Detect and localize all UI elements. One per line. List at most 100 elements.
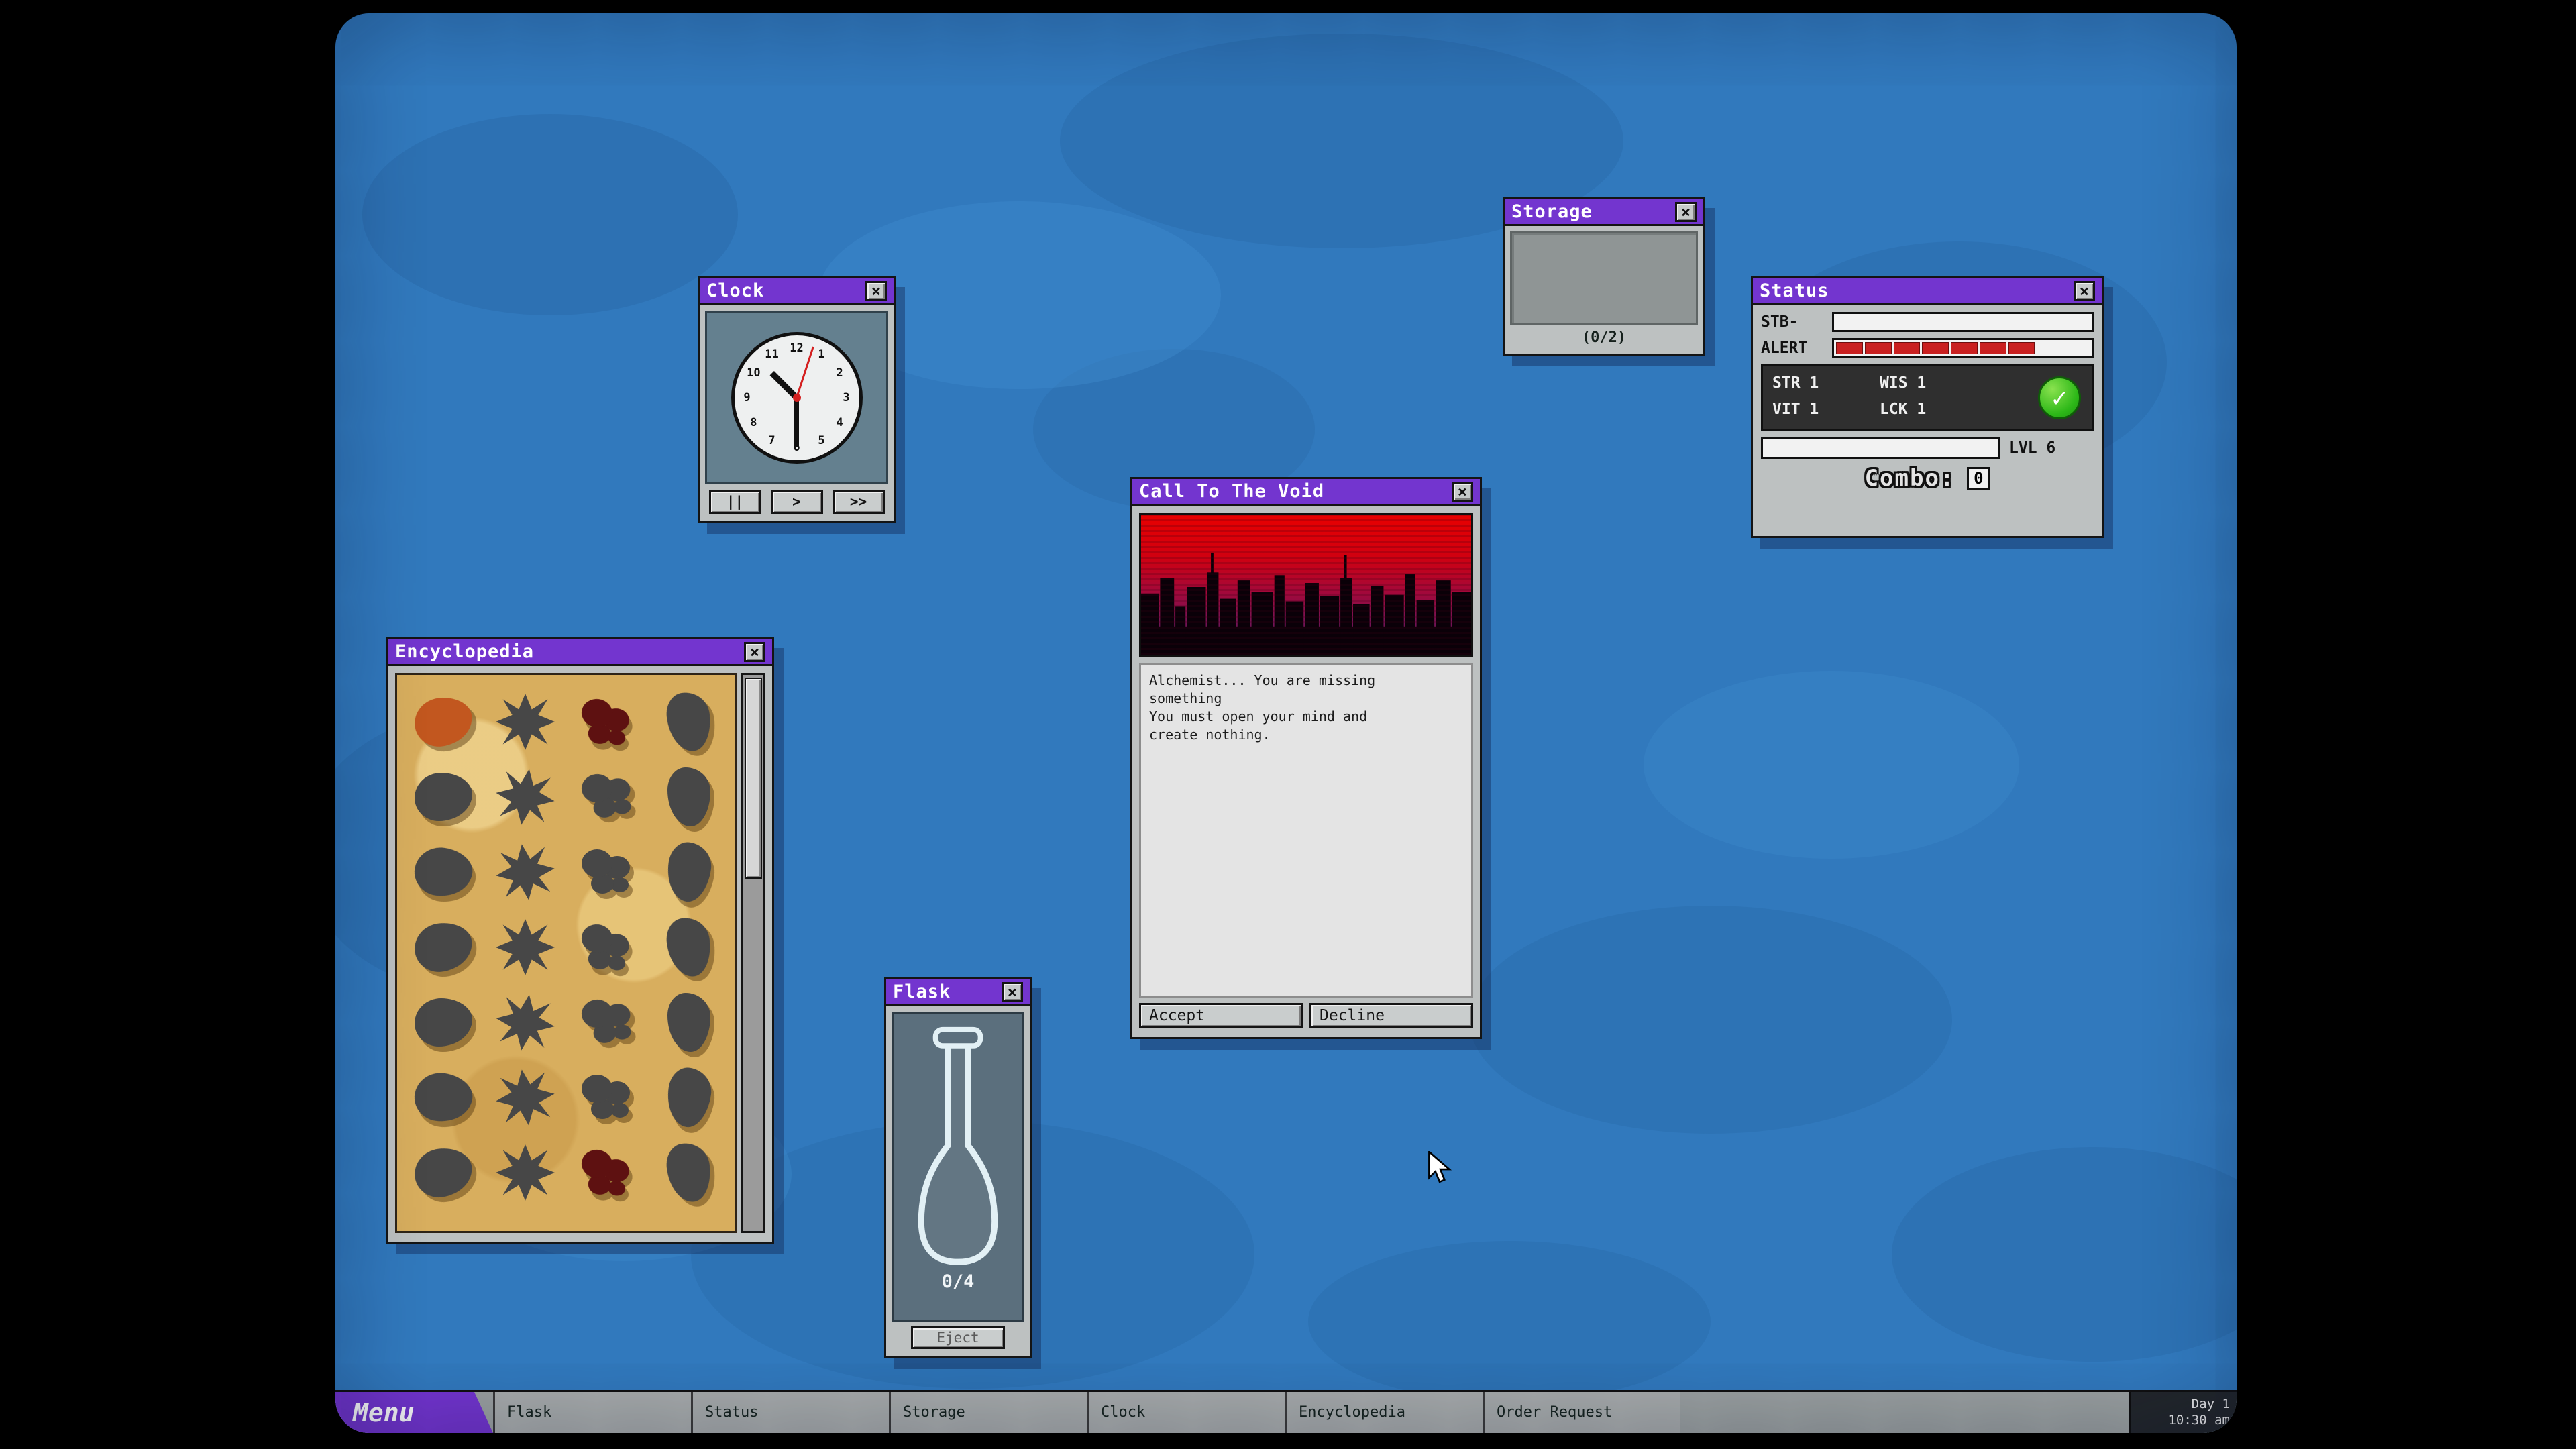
day-label: Day 1 — [2192, 1397, 2230, 1413]
alert-segment — [1922, 342, 1949, 354]
void-titlebar[interactable]: Call To The Void × — [1132, 479, 1480, 506]
status-body: STB- ALERT STR 1 WIS 1 VIT 1 LCK 1 ✓ LVL… — [1753, 305, 2102, 534]
taskbar-item-storage[interactable]: Storage — [889, 1392, 1087, 1433]
flask-titlebar[interactable]: Flask × — [886, 979, 1030, 1006]
clock-numeral: 11 — [765, 347, 778, 361]
creature-sprite[interactable] — [402, 759, 484, 835]
message-line: create nothing. — [1149, 726, 1463, 744]
taskbar-item-order-request[interactable]: Order Request — [1483, 1392, 1680, 1433]
creature-sprite[interactable] — [484, 910, 566, 985]
encyclopedia-titlebar[interactable]: Encyclopedia × — [388, 639, 772, 666]
play-button[interactable]: > — [771, 490, 823, 514]
creature-sprite[interactable] — [648, 1060, 730, 1135]
clock-numeral: 8 — [750, 416, 757, 429]
taskbar-item-flask[interactable]: Flask — [493, 1392, 691, 1433]
creature-sprite[interactable] — [484, 985, 566, 1060]
clock-numeral: 9 — [743, 391, 750, 405]
clock-numeral: 4 — [836, 416, 843, 429]
pause-button[interactable]: || — [709, 490, 761, 514]
encyclopedia-body — [388, 666, 772, 1240]
stb-label: STB- — [1761, 313, 1825, 331]
alert-segment — [2037, 342, 2062, 354]
alert-label: ALERT — [1761, 339, 1825, 357]
creature-sprite[interactable] — [648, 759, 730, 835]
scrollbar-thumb[interactable] — [745, 678, 762, 879]
eject-button[interactable]: Eject — [911, 1326, 1005, 1349]
status-titlebar[interactable]: Status × — [1753, 278, 2102, 305]
check-icon: ✓ — [2038, 376, 2081, 419]
creature-sprite[interactable] — [402, 910, 484, 985]
close-icon[interactable]: × — [1002, 982, 1023, 1002]
clock-body: 123456789101112 || > >> — [700, 305, 894, 519]
creature-sprite[interactable] — [566, 985, 648, 1060]
creature-sprite[interactable] — [402, 835, 484, 910]
creature-sprite[interactable] — [402, 684, 484, 759]
clock-numeral: 6 — [793, 441, 800, 454]
level-label: LVL 6 — [2009, 439, 2055, 457]
decline-button[interactable]: Decline — [1309, 1003, 1473, 1028]
creature-sprite[interactable] — [484, 1135, 566, 1210]
creature-sprite[interactable] — [648, 910, 730, 985]
storage-body: (0/2) — [1505, 226, 1703, 352]
close-icon[interactable]: × — [1675, 202, 1697, 222]
alert-segment — [1836, 342, 1863, 354]
creature-sprite[interactable] — [566, 835, 648, 910]
storage-slots-panel[interactable] — [1510, 231, 1698, 325]
creature-sprite[interactable] — [648, 684, 730, 759]
mouse-cursor — [1426, 1151, 1453, 1189]
stb-bar — [1832, 312, 2094, 332]
close-icon[interactable]: × — [865, 281, 887, 301]
creature-sprite[interactable] — [648, 985, 730, 1060]
close-icon[interactable]: × — [1452, 482, 1473, 502]
scrollbar-track[interactable] — [741, 673, 765, 1233]
menu-button[interactable]: Menu — [335, 1392, 493, 1433]
void-message: Alchemist... You are missing something Y… — [1139, 663, 1473, 998]
clock-titlebar[interactable]: Clock × — [700, 278, 894, 305]
creature-sprite[interactable] — [648, 1135, 730, 1210]
creature-sprite[interactable] — [484, 759, 566, 835]
fast-forward-button[interactable]: >> — [833, 490, 885, 514]
creature-grid — [395, 673, 737, 1233]
window-title: Flask — [893, 981, 951, 1002]
creature-sprite[interactable] — [484, 684, 566, 759]
str-stat: STR 1 — [1772, 374, 1880, 395]
void-body: Alchemist... You are missing something Y… — [1132, 506, 1480, 1035]
creature-sprite[interactable] — [566, 759, 648, 835]
creature-sprite[interactable] — [402, 1135, 484, 1210]
taskbar-item-status[interactable]: Status — [691, 1392, 889, 1433]
creature-sprite[interactable] — [566, 1135, 648, 1210]
creature-sprite[interactable] — [566, 684, 648, 759]
storage-titlebar[interactable]: Storage × — [1505, 199, 1703, 226]
close-icon[interactable]: × — [2074, 281, 2095, 301]
creature-sprite[interactable] — [566, 1060, 648, 1135]
taskbar-item-encyclopedia[interactable]: Encyclopedia — [1285, 1392, 1483, 1433]
creature-sprite[interactable] — [402, 985, 484, 1060]
alert-segment — [2064, 342, 2090, 354]
vit-stat: VIT 1 — [1772, 400, 1880, 421]
creature-sprite[interactable] — [566, 910, 648, 985]
close-icon[interactable]: × — [744, 642, 765, 662]
storage-count: (0/2) — [1510, 325, 1698, 346]
flask-icon — [907, 1014, 1009, 1282]
clock-pivot — [793, 394, 801, 402]
window-title: Encyclopedia — [395, 641, 534, 662]
lck-stat: LCK 1 — [1880, 400, 1987, 421]
combo-value: 0 — [1967, 467, 1990, 490]
creature-sprite[interactable] — [484, 835, 566, 910]
taskbar-item-clock[interactable]: Clock — [1087, 1392, 1285, 1433]
alert-bar — [1832, 338, 2094, 358]
alert-segment — [2008, 342, 2035, 354]
creature-sprite[interactable] — [648, 835, 730, 910]
xp-bar — [1761, 437, 2000, 459]
call-to-the-void-window: Call To The Void × — [1130, 477, 1482, 1039]
window-title: Storage — [1511, 201, 1593, 222]
creature-sprite[interactable] — [484, 1060, 566, 1135]
creature-sprite[interactable] — [402, 1060, 484, 1135]
alert-segment — [1894, 342, 1921, 354]
storage-window: Storage × (0/2) — [1503, 197, 1705, 356]
game-screen: Clock × 123456789101112 || > >> Storage — [335, 13, 2237, 1433]
message-line: You must open your mind and — [1149, 708, 1463, 726]
clock-numeral: 3 — [843, 391, 849, 405]
clock-controls: || > >> — [705, 484, 888, 514]
accept-button[interactable]: Accept — [1139, 1003, 1303, 1028]
